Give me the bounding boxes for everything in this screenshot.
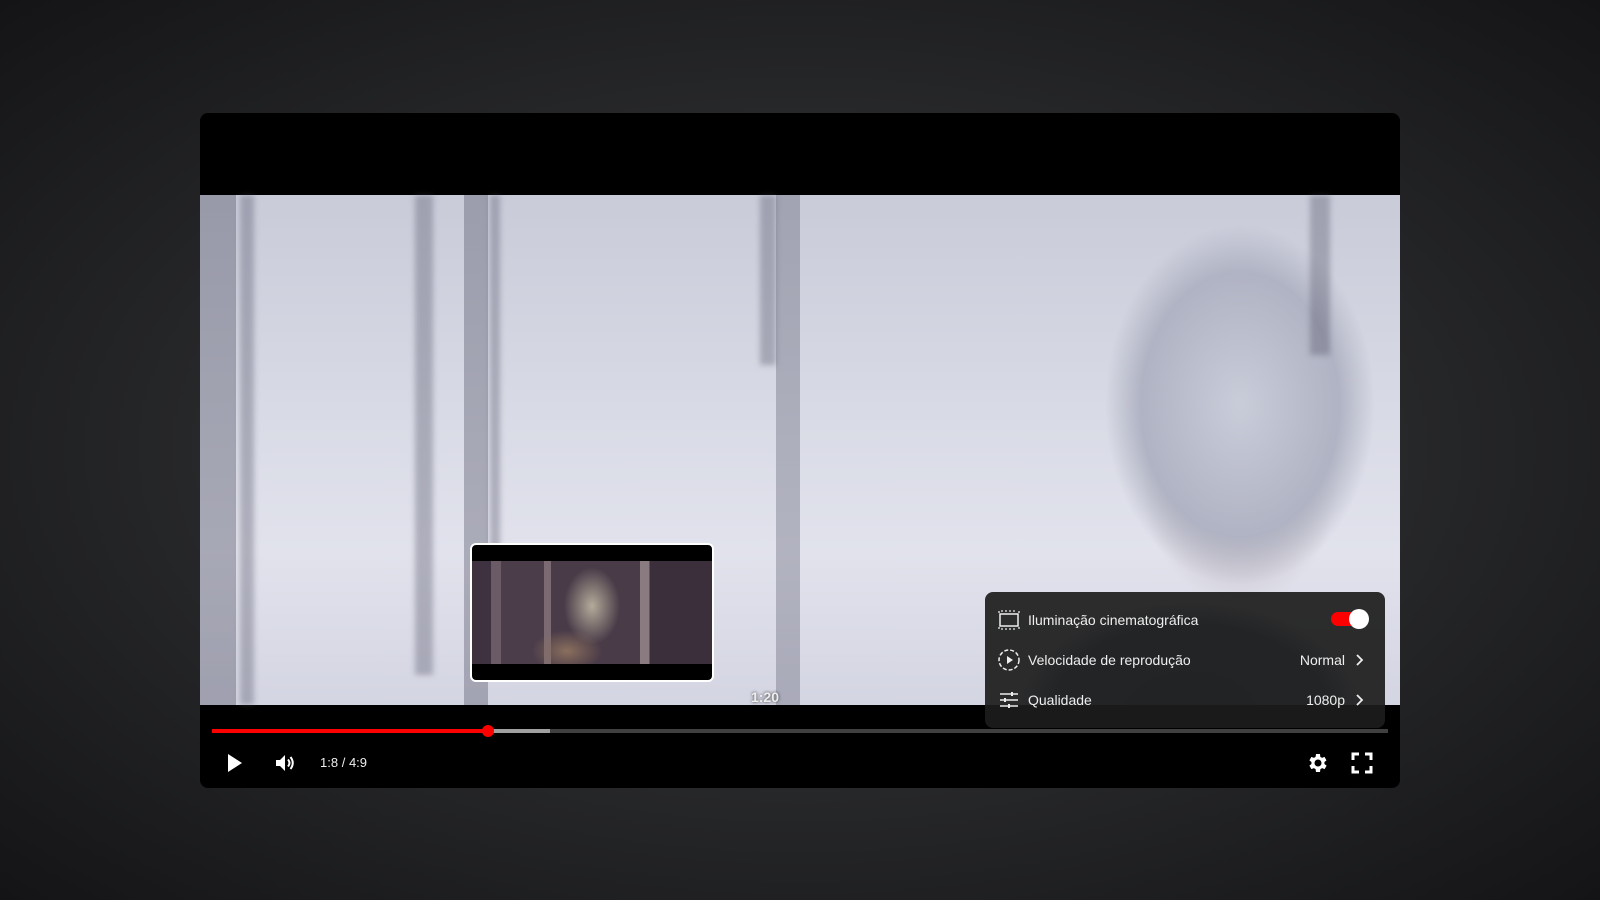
seek-preview-thumbnail: [470, 543, 714, 682]
menu-item-playback-speed[interactable]: Velocidade de reprodução Normal: [985, 640, 1385, 680]
progress-scrubber-handle[interactable]: [482, 725, 495, 737]
video-background-tree: [1310, 195, 1330, 355]
control-bar: 1:8 / 4:9: [200, 738, 1400, 788]
video-background-tree: [415, 195, 433, 675]
mute-button[interactable]: [263, 738, 307, 788]
menu-item-label: Qualidade: [1028, 692, 1092, 708]
play-button[interactable]: [212, 738, 256, 788]
seek-preview-time: 1:20: [750, 689, 780, 705]
progress-played: [212, 729, 489, 733]
menu-item-label: Iluminação cinematográfica: [1028, 612, 1199, 628]
duration: 4:9: [348, 755, 368, 770]
menu-item-value: 1080p: [1306, 692, 1345, 708]
gear-icon: [1309, 754, 1327, 772]
menu-item-ambient-mode[interactable]: Iluminação cinematográfica: [985, 600, 1385, 640]
current-time: 1:8: [320, 755, 339, 770]
volume-icon: [276, 755, 294, 771]
time-separator: /: [341, 755, 346, 770]
progress-bar[interactable]: [212, 725, 1388, 737]
time-display: 1:8 / 4:9: [320, 738, 367, 788]
chevron-right-icon: [1356, 654, 1364, 666]
fullscreen-button[interactable]: [1340, 738, 1384, 788]
play-icon: [228, 754, 242, 772]
menu-item-label: Velocidade de reprodução: [1028, 652, 1191, 668]
toggle-knob: [1349, 609, 1369, 629]
quality-icon: [1000, 692, 1018, 708]
video-background-tree: [240, 195, 254, 705]
menu-item-quality[interactable]: Qualidade 1080p: [985, 680, 1385, 720]
fullscreen-icon: [1351, 752, 1373, 774]
playback-speed-icon: [998, 649, 1020, 671]
chevron-right-icon: [1356, 694, 1364, 706]
menu-item-value: Normal: [1299, 652, 1345, 668]
settings-menu: Iluminação cinematográfica Velocidade de…: [985, 592, 1385, 728]
settings-button[interactable]: [1296, 738, 1340, 788]
video-player[interactable]: 1:20 1:8 / 4:9 Iluminação cinematográfic…: [200, 113, 1400, 788]
video-background-tree: [760, 195, 776, 365]
seek-preview-image: [472, 561, 712, 664]
ambient-mode-toggle[interactable]: [1331, 609, 1369, 629]
ambient-mode-icon: [998, 610, 1020, 630]
